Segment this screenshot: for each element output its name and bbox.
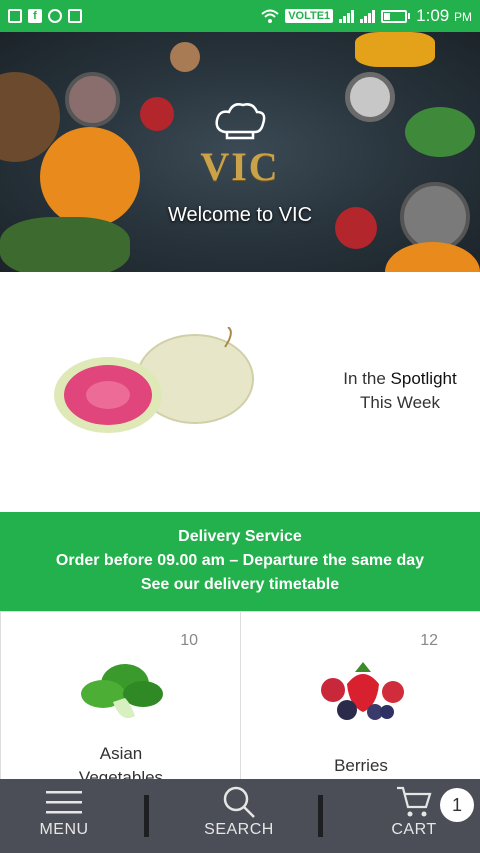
delivery-cutoff: Order before 09.00 am – Departure the sa… — [55, 552, 425, 569]
bok-choy-image — [81, 664, 163, 719]
search-label: SEARCH — [204, 821, 274, 838]
nav-divider — [144, 795, 149, 837]
menu-button[interactable]: MENU — [0, 779, 128, 853]
whatsapp-notification-icon — [48, 9, 62, 23]
hero-title: Welcome to VIC — [167, 204, 313, 226]
gallery-notification-icon — [8, 9, 22, 23]
category-count: 10 — [180, 632, 198, 649]
category-label-line2: Vegetables — [78, 768, 164, 780]
message-notification-icon — [68, 9, 82, 23]
hamburger-icon — [46, 791, 82, 814]
delivery-banner[interactable]: Delivery Service Order before 09.00 am –… — [0, 512, 480, 611]
berries-image — [321, 662, 404, 720]
battery-tip — [408, 13, 411, 19]
spotlight-text: In the Spotlight This Week — [320, 367, 480, 415]
app-screen: f VOLTE1 1:09 PM VIC Welcome to VIC In t… — [0, 0, 480, 853]
category-asian-vegetables[interactable]: 10 Asian Vegetables — [0, 612, 240, 780]
battery-icon — [381, 9, 408, 23]
system-indicators: VOLTE1 1:09 PM — [261, 6, 472, 26]
delivery-timetable-link[interactable]: See our delivery timetable — [0, 573, 480, 597]
volte-badge: VOLTE1 — [285, 9, 334, 23]
menu-label: MENU — [39, 821, 89, 838]
chef-hat-icon — [215, 103, 266, 140]
spotlight-prefix: In the — [343, 369, 391, 388]
facebook-notification-icon: f — [28, 9, 42, 23]
search-icon — [223, 786, 255, 818]
category-label: Berries — [334, 756, 388, 775]
signal-sim1-icon — [339, 9, 355, 23]
category-count: 12 — [420, 632, 438, 649]
clock: 1:09 PM — [416, 6, 472, 26]
garlic-decoration — [170, 42, 200, 72]
spotlight-line2: This Week — [360, 393, 440, 412]
clock-suffix: PM — [454, 10, 472, 24]
cart-count-badge: 1 — [440, 788, 474, 822]
spotlight-section[interactable]: In the Spotlight This Week — [0, 272, 480, 512]
logo-text: VIC — [200, 144, 280, 189]
wifi-icon — [261, 9, 279, 23]
spotlight-line1: In the Spotlight — [320, 367, 480, 391]
watermelon-radish-image — [54, 327, 254, 433]
spotlight-emphasis: Spotlight — [390, 369, 457, 388]
yellow-pepper-decoration — [355, 32, 435, 67]
vic-logo: VIC — [0, 102, 480, 190]
status-bar: f VOLTE1 1:09 PM — [0, 0, 480, 32]
search-button[interactable]: SEARCH — [160, 779, 318, 853]
squash-decoration — [385, 242, 480, 272]
category-berries[interactable]: 12 Berries — [240, 612, 480, 780]
signal-sim2-icon — [360, 9, 376, 23]
notification-icons: f — [8, 9, 82, 23]
nav-divider — [318, 795, 323, 837]
cart-label: CART — [391, 821, 437, 838]
category-label-line1: Asian — [99, 744, 143, 763]
delivery-title: Delivery Service — [178, 528, 302, 545]
hero-banner: VIC Welcome to VIC — [0, 32, 480, 272]
clock-time: 1:09 — [416, 6, 450, 25]
bottom-navigation: MENU SEARCH CART — [0, 779, 480, 853]
cart-icon — [397, 786, 432, 817]
category-grid: 10 Asian Vegetables 12 Berries — [0, 611, 480, 780]
